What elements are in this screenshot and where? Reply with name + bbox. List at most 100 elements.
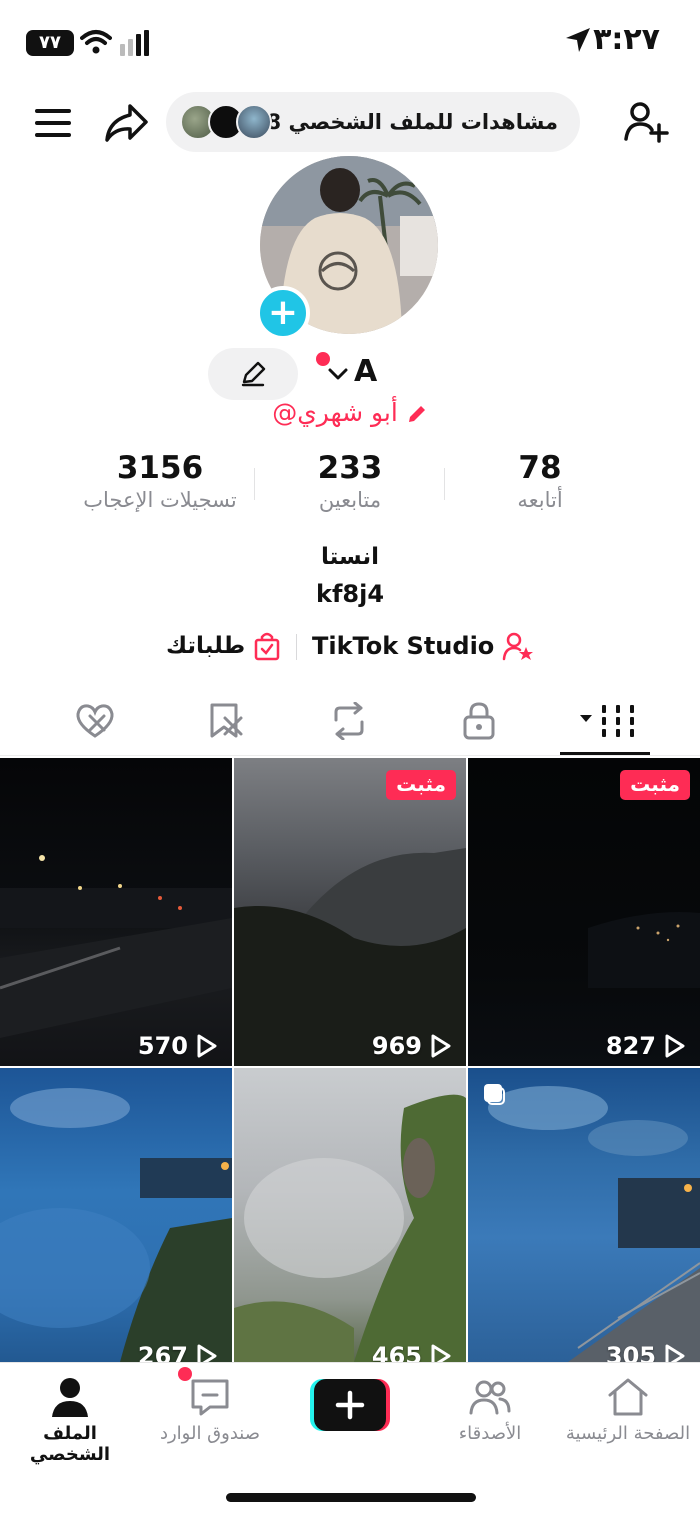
content-tabs	[0, 690, 700, 756]
view-count: 969	[372, 1032, 452, 1060]
display-name[interactable]: A	[354, 354, 377, 389]
followers-stat[interactable]: 233 متابعين	[290, 450, 410, 512]
shopping-bag-icon	[254, 632, 280, 661]
menu-button[interactable]	[30, 100, 76, 146]
view-count-value: 827	[605, 1032, 656, 1060]
tiktok-studio-link[interactable]: TikTok Studio	[312, 626, 534, 666]
edit-profile-button[interactable]	[208, 348, 298, 400]
followers-label: متابعين	[318, 488, 382, 512]
nav-inbox-label: صندوق الوارد	[159, 1423, 261, 1444]
view-count: 267	[138, 1342, 218, 1362]
following-label: أتابعه	[517, 488, 563, 512]
view-count-value: 267	[137, 1342, 188, 1362]
battery-indicator: ٧٧	[26, 30, 74, 56]
orders-label: طلباتك	[166, 633, 246, 659]
video-thumbnail	[234, 848, 466, 1066]
nav-profile-label: الملف الشخصي	[29, 1423, 111, 1465]
video-grid: مثبت 827 مثبت 969 570 305 465 267	[0, 758, 700, 1362]
bio-line: kf8j4	[315, 580, 385, 608]
view-count-value: 305	[605, 1342, 656, 1362]
nav-home[interactable]: الصفحة الرئيسية	[558, 1371, 698, 1455]
home-icon	[608, 1378, 648, 1416]
home-indicator	[226, 1493, 476, 1502]
pinned-badge: مثبت	[386, 770, 456, 800]
add-friend-button[interactable]	[620, 96, 672, 148]
tab-liked-private[interactable]	[72, 700, 118, 742]
username-row[interactable]: @أبو شهري	[0, 398, 700, 427]
view-count: 465	[372, 1342, 452, 1362]
links-divider	[296, 634, 297, 660]
likes-label: تسجيلات الإعجاب	[83, 488, 237, 512]
view-count: 570	[138, 1032, 218, 1060]
stat-divider	[254, 468, 255, 500]
nav-inbox[interactable]: صندوق الوارد	[140, 1371, 280, 1455]
following-count: 78	[518, 450, 562, 486]
heart-hidden-icon	[76, 704, 114, 738]
view-count-value: 570	[137, 1032, 188, 1060]
view-count-value: 969	[371, 1032, 422, 1060]
edit-username-icon	[408, 406, 425, 422]
tab-favorites[interactable]	[202, 700, 248, 742]
likes-stat[interactable]: 3156 تسجيلات الإعجاب	[60, 450, 260, 512]
wifi-icon	[80, 30, 112, 54]
share-arrow-icon	[105, 104, 148, 142]
video-tile[interactable]: مثبت 827	[468, 758, 700, 1066]
video-thumbnail	[0, 1088, 232, 1362]
share-profile-button[interactable]	[100, 98, 152, 148]
stat-divider	[444, 468, 445, 500]
play-icon	[665, 1344, 685, 1362]
hamburger-icon	[35, 109, 71, 137]
create-plus-icon	[310, 1379, 390, 1431]
orders-link[interactable]: طلباتك	[166, 626, 281, 666]
add-user-icon	[624, 102, 669, 143]
profile-views-text: 8 مشاهدات للملف الشخصي	[266, 110, 558, 134]
video-tile[interactable]: مثبت 969	[234, 758, 466, 1066]
play-icon	[431, 1344, 451, 1362]
active-tab-indicator	[560, 752, 650, 755]
video-thumbnail	[0, 855, 232, 1038]
profile-views-pill[interactable]: 8 مشاهدات للملف الشخصي	[166, 92, 580, 152]
nav-profile[interactable]: الملف الشخصي	[0, 1371, 140, 1465]
likes-count: 3156	[116, 450, 204, 486]
grid-videos-icon	[580, 705, 634, 737]
lock-icon	[463, 702, 495, 740]
video-tile[interactable]: 305	[468, 1068, 700, 1362]
pinned-badge: مثبت	[620, 770, 690, 800]
add-story-button[interactable]: +	[256, 286, 310, 340]
nav-friends[interactable]: الأصدقاء	[420, 1371, 560, 1455]
studio-label: TikTok Studio	[312, 632, 495, 660]
viewer-avatars	[180, 104, 276, 140]
play-icon	[197, 1344, 217, 1362]
status-time: ٣:٢٧	[593, 22, 660, 57]
status-bar: ٧٧ ٣:٢٧	[0, 0, 700, 86]
tab-reposts[interactable]	[326, 700, 372, 742]
bookmark-hidden-icon	[210, 703, 243, 738]
viewer-avatar	[236, 104, 272, 140]
tab-videos[interactable]	[576, 700, 640, 742]
profile-stats: 3156 تسجيلات الإعجاب 233 متابعين 78 أتاب…	[0, 450, 700, 530]
profile-links: طلباتك TikTok Studio	[0, 626, 700, 666]
inbox-icon	[191, 1379, 229, 1416]
video-tile[interactable]: 570	[0, 758, 232, 1066]
video-thumbnail	[234, 1094, 466, 1362]
followers-count: 233	[317, 450, 383, 486]
nav-home-label: الصفحة الرئيسية	[565, 1423, 691, 1444]
inbox-notification-dot	[178, 1367, 192, 1381]
profile-icon	[52, 1378, 88, 1417]
location-arrow-icon	[566, 28, 590, 52]
tab-private[interactable]	[456, 700, 502, 742]
video-thumbnail	[588, 912, 700, 988]
following-stat[interactable]: 78 أتابعه	[480, 450, 600, 512]
video-tile[interactable]: 267	[0, 1068, 232, 1362]
play-icon	[431, 1034, 451, 1058]
username: @أبو شهري	[272, 398, 398, 427]
signal-icon	[120, 30, 149, 56]
chevron-down-icon[interactable]	[326, 362, 350, 386]
create-button[interactable]	[310, 1377, 390, 1433]
view-count: 827	[606, 1032, 686, 1060]
creator-star-icon	[503, 632, 534, 661]
friends-icon	[469, 1380, 511, 1415]
bottom-navigation: الصفحة الرئيسية الأصدقاء صندوق الوارد ال…	[0, 1362, 700, 1516]
view-count-value: 465	[371, 1342, 422, 1362]
video-tile[interactable]: 465	[234, 1068, 466, 1362]
